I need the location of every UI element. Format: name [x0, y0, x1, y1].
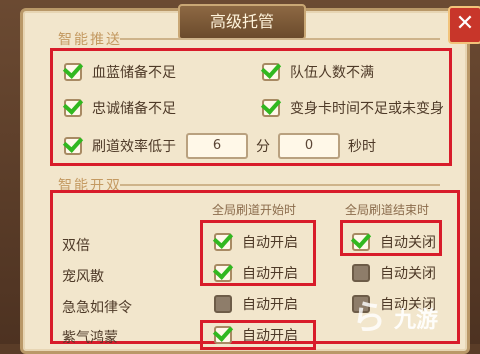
- start-label-jijiru: 自动开启: [242, 297, 298, 313]
- hp-mp-checkbox[interactable]: [64, 63, 82, 81]
- end-label-double: 自动关闭: [380, 235, 436, 251]
- start-checkbox-ziqi[interactable]: [214, 326, 232, 344]
- jiuyou-watermark: ら 九游: [352, 286, 476, 338]
- column-header-start: 全局刷道开始时: [212, 203, 297, 217]
- team-label: 队伍人数不满: [290, 65, 374, 81]
- end-label-pet: 自动关闭: [380, 266, 436, 282]
- row-label-jijiru: 急急如律令: [62, 300, 132, 316]
- start-toggle-double[interactable]: 自动开启: [214, 232, 298, 252]
- minutes-input[interactable]: 6: [186, 133, 248, 159]
- hp-mp-label: 血蓝储备不足: [92, 65, 176, 81]
- close-icon: ✕: [455, 11, 475, 36]
- start-label-pet: 自动开启: [242, 266, 298, 282]
- end-checkbox-pet[interactable]: [352, 264, 370, 282]
- seconds-unit: 秒时: [348, 139, 376, 155]
- watermark-logo-icon: ら: [352, 298, 386, 338]
- row-label-double: 双倍: [62, 238, 90, 254]
- close-button[interactable]: ✕: [448, 6, 480, 44]
- start-toggle-jijiru[interactable]: 自动开启: [214, 294, 298, 314]
- row-label-ziqi: 紫气鸿蒙: [62, 330, 118, 346]
- push-item-loyalty[interactable]: 忠诚储备不足: [64, 98, 176, 118]
- watermark-text: 九游: [394, 308, 439, 333]
- efficiency-label: 刷道效率低于: [92, 139, 176, 155]
- seconds-input[interactable]: 0: [278, 133, 340, 159]
- loyalty-label: 忠诚储备不足: [92, 101, 176, 117]
- end-checkbox-double[interactable]: [352, 233, 370, 251]
- panel-title: 高级托管: [178, 4, 306, 40]
- push-item-transform[interactable]: 变身卡时间不足或未变身: [262, 98, 444, 118]
- loyalty-checkbox[interactable]: [64, 99, 82, 117]
- team-checkbox[interactable]: [262, 63, 280, 81]
- start-label-ziqi: 自动开启: [242, 328, 298, 344]
- start-toggle-ziqi[interactable]: 自动开启: [214, 325, 298, 345]
- row-label-pet: 宠风散: [62, 269, 104, 285]
- end-toggle-pet[interactable]: 自动关闭: [352, 263, 436, 283]
- end-toggle-double[interactable]: 自动关闭: [352, 232, 436, 252]
- section-title-push: 智能推送: [58, 32, 122, 48]
- push-item-hp-mp[interactable]: 血蓝储备不足: [64, 62, 176, 82]
- transform-label: 变身卡时间不足或未变身: [290, 101, 444, 117]
- transform-checkbox[interactable]: [262, 99, 280, 117]
- minutes-unit: 分: [256, 139, 270, 155]
- efficiency-checkbox[interactable]: [64, 137, 82, 155]
- start-checkbox-pet[interactable]: [214, 264, 232, 282]
- divider-double: [120, 184, 440, 186]
- column-header-end: 全局刷道结束时: [345, 203, 430, 217]
- start-checkbox-jijiru[interactable]: [214, 295, 232, 313]
- push-item-efficiency[interactable]: 刷道效率低于 6 分 0 秒时: [64, 133, 384, 159]
- push-item-team[interactable]: 队伍人数不满: [262, 62, 374, 82]
- start-checkbox-double[interactable]: [214, 233, 232, 251]
- start-toggle-pet[interactable]: 自动开启: [214, 263, 298, 283]
- divider-push: [120, 38, 440, 40]
- start-label-double: 自动开启: [242, 235, 298, 251]
